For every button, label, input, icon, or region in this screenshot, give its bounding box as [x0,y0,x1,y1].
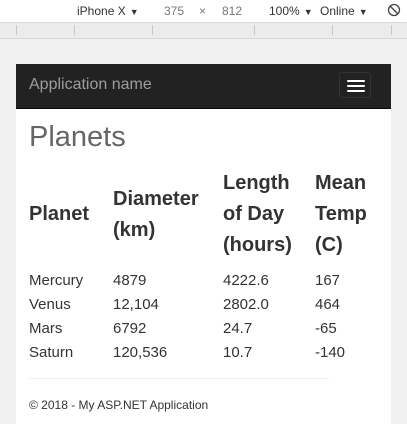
chevron-down-icon: ▼ [358,7,368,17]
page-title: Planets [29,121,126,153]
cell-planet: Venus [29,296,71,313]
cell-length-of-day: 10.7 [223,344,253,361]
cell-diameter: 6792 [113,320,147,337]
footer-divider [29,378,329,379]
cell-planet: Mercury [29,272,84,289]
cell-mean-temp: 464 [315,296,341,313]
column-header-planet: Planet [29,203,90,225]
table-row: Saturn 120,536 10.7 -140 [29,341,387,365]
dimension-separator: × [199,4,207,18]
footer-copyright: © 2018 - My ASP.NET Application [29,398,209,412]
hamburger-menu-icon [347,90,365,92]
cell-mean-temp: -140 [315,344,346,361]
column-header-mean-temp: Mean Temp (C) [315,172,367,256]
cell-length-of-day: 2802.0 [223,296,269,313]
navbar-toggle-button[interactable] [339,72,371,98]
cell-mean-temp: -65 [315,320,337,337]
cell-length-of-day: 24.7 [223,320,253,337]
navbar-brand[interactable]: Application name [29,76,152,94]
devtools-device-toolbar: iPhone X ▼ 375 × 812 100% ▼ Online ▼ [0,0,407,23]
cell-diameter: 120,536 [113,344,168,361]
ruler-mark [16,25,17,35]
device-viewport: Application name Planets Planet Diameter… [16,64,391,424]
viewport-width-input[interactable]: 375 [164,4,184,18]
cell-diameter: 12,104 [113,296,159,313]
hamburger-menu-icon [347,85,365,87]
device-select[interactable]: iPhone X ▼ [77,4,139,18]
column-header-diameter: Diameter (km) [113,187,199,241]
media-query-ruler[interactable] [0,23,407,39]
column-header-length-of-day: Length of Day (hours) [223,172,292,256]
zoom-select-label: 100% [269,4,300,18]
hamburger-menu-icon [347,80,365,82]
network-throttle-select[interactable]: Online ▼ [320,4,368,18]
ruler-mark [332,25,333,35]
ruler-mark [74,25,75,35]
rotate-icon[interactable] [387,3,401,17]
cell-length-of-day: 4222.6 [223,272,269,289]
ruler-mark [152,25,153,35]
cell-diameter: 4879 [113,272,147,289]
cell-mean-temp: 167 [315,272,341,289]
chevron-down-icon: ▼ [303,7,313,17]
table-row: Mars 6792 24.7 -65 [29,317,387,341]
table-row: Mercury 4879 4222.6 167 [29,269,387,293]
planets-table: Planet Diameter (km) Length of Day (hour… [29,168,387,365]
chevron-down-icon: ▼ [129,7,139,17]
viewport-height-input[interactable]: 812 [222,4,242,18]
cell-planet: Saturn [29,344,74,361]
navbar: Application name [16,64,391,109]
table-header-row: Planet Diameter (km) Length of Day (hour… [29,168,387,269]
device-select-label: iPhone X [77,4,126,18]
network-select-label: Online [320,4,355,18]
table-row: Venus 12,104 2802.0 464 [29,293,387,317]
ruler-mark [254,25,255,35]
zoom-select[interactable]: 100% ▼ [269,4,313,18]
ruler-mark [391,25,392,35]
cell-planet: Mars [29,320,63,337]
